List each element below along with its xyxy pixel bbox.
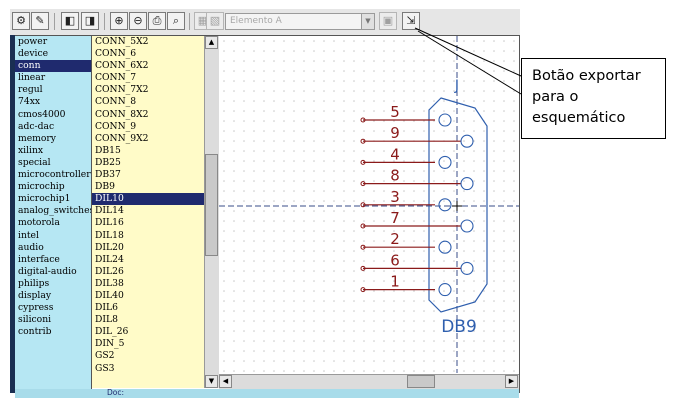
callout-pointer-line xyxy=(417,30,522,95)
callout-pointer-line xyxy=(414,27,522,77)
callout-pointer xyxy=(414,27,522,95)
